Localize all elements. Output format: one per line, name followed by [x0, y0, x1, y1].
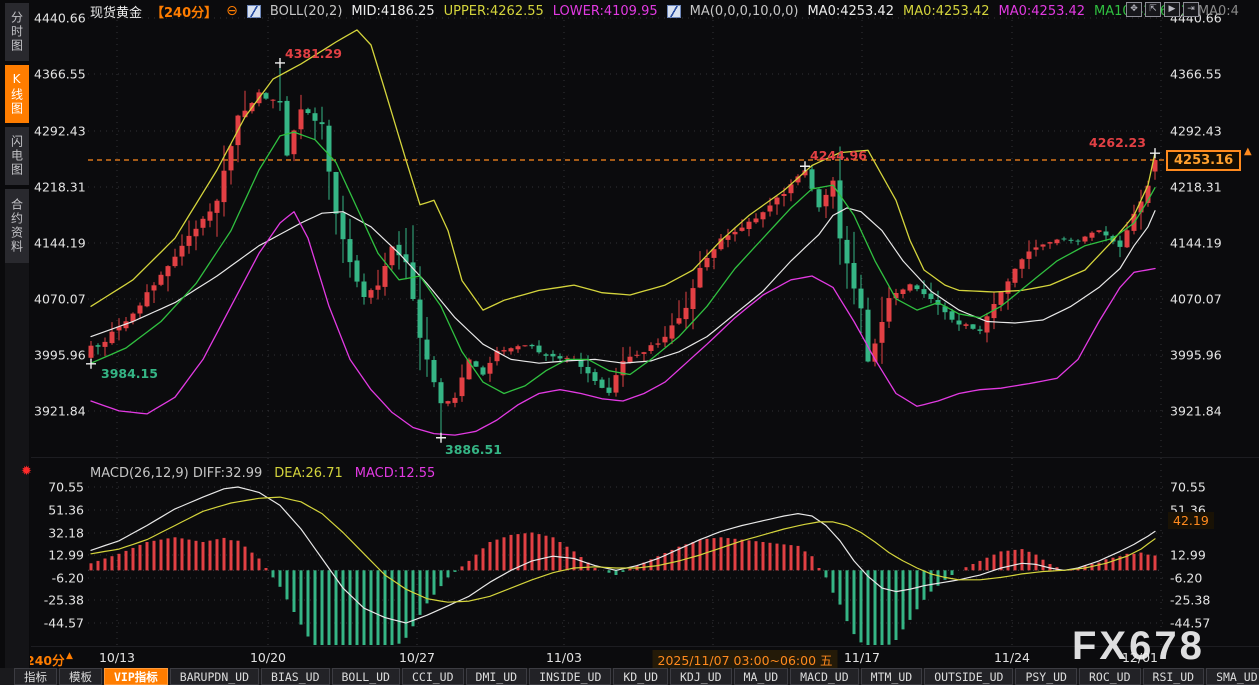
move-icon[interactable]: ✥	[1126, 2, 1142, 17]
export-icon[interactable]: ⇥	[1183, 2, 1199, 17]
date-tick-0: 10/13	[99, 650, 135, 665]
bottom-tab-ma_ud[interactable]: MA_UD	[734, 668, 789, 685]
bottom-tab-sma_ud[interactable]: SMA_UD	[1206, 668, 1259, 685]
collapse-icon[interactable]: ⊖	[226, 3, 238, 19]
date-tick-5: 11/17	[844, 650, 880, 665]
extreme-label-1: 4381.29	[285, 46, 342, 61]
bottom-tab-macd_ud[interactable]: MACD_UD	[790, 668, 858, 685]
boll-mid-value: MID:4186.25	[351, 4, 434, 19]
bottom-tab-roc_ud[interactable]: ROC_UD	[1079, 668, 1141, 685]
bottom-tab-dmi_ud[interactable]: DMI_UD	[466, 668, 528, 685]
ma0-yellow-value: MA0:4253.42	[903, 4, 990, 19]
hot-indicator-icon: ✹	[21, 464, 32, 479]
watermark: FX678	[1072, 624, 1205, 669]
bottom-tab-vip[interactable]: VIP指标	[104, 668, 168, 685]
ma0-magenta-value: MA0:4253.42	[999, 4, 1086, 19]
boll-upper-value: UPPER:4262.55	[444, 4, 544, 19]
date-tick-2: 10/27	[399, 650, 435, 665]
date-tick-highlight: 2025/11/07 03:00~06:00 五	[652, 650, 837, 669]
sidebar-tab-1[interactable]: K线图	[5, 65, 29, 123]
bottom-tab-kdj_ud[interactable]: KDJ_UD	[670, 668, 732, 685]
price-up-arrow-icon: ▲	[1244, 146, 1252, 157]
extreme-label-4: 4262.23	[1089, 135, 1146, 150]
date-tick-1: 10/20	[250, 650, 286, 665]
macd-title: MACD(26,12,9) DIFF:32.99	[90, 466, 262, 481]
boll-indicator-icon[interactable]	[247, 5, 261, 18]
date-axis: 240分 ▲ 10/13 10/20 10/27 11/03 2025/11/07 03…	[0, 648, 1259, 668]
period-label[interactable]: 240分	[26, 650, 65, 669]
ma0-gray-value: MA0:4	[1198, 4, 1239, 19]
extreme-label-0: 3984.15	[101, 366, 158, 381]
extreme-label-2: 3886.51	[445, 442, 502, 457]
extreme-label-3: 4244.96	[810, 148, 867, 163]
sidebar-tab-2[interactable]: 闪电图	[5, 127, 29, 185]
macd-header: MACD(26,12,9) DIFF:32.99 DEA:26.71 MACD:…	[90, 466, 435, 481]
period-badge: 【240分】	[151, 2, 217, 21]
bottom-tab-barupdn_ud[interactable]: BARUPDN_UD	[170, 668, 259, 685]
symbol-name: 现货黄金	[90, 2, 142, 21]
bottom-tab-boll_ud[interactable]: BOLL_UD	[332, 668, 400, 685]
ma-indicator-icon[interactable]	[667, 5, 681, 18]
ma-label: MA(0,0,0,10,0,0)	[690, 4, 799, 19]
macd-axis-badge: 42.19	[1168, 512, 1214, 529]
indicator-tab-strip: 指标模板VIP指标BARUPDN_UDBIAS_UDBOLL_UDCCI_UDD…	[0, 668, 1259, 685]
bottom-tab-mtm_ud[interactable]: MTM_UD	[861, 668, 923, 685]
macd-value: MACD:12.55	[355, 466, 436, 481]
macd-dea-value: DEA:26.71	[274, 466, 343, 481]
bottom-tab-psy_ud[interactable]: PSY_UD	[1015, 668, 1077, 685]
axis-fit-icon[interactable]: ⇱	[1145, 2, 1161, 17]
date-tick-6: 11/24	[994, 650, 1030, 665]
bottom-tab-cci_ud[interactable]: CCI_UD	[402, 668, 464, 685]
bottom-tab-kd_ud[interactable]: KD_UD	[613, 668, 668, 685]
bottom-tab-outside_ud[interactable]: OUTSIDE_UD	[924, 668, 1013, 685]
sidebar: 分时图 K线图闪电图合约资料	[0, 0, 30, 668]
bottom-tab-[interactable]: 指标	[14, 668, 57, 685]
pane-next-icon[interactable]: ▶	[1164, 2, 1180, 17]
indicator-header: 现货黄金 【240分】 ⊖ BOLL(20,2) MID:4186.25 UPP…	[90, 3, 1239, 19]
bottom-tab-bias_ud[interactable]: BIAS_UD	[261, 668, 329, 685]
bottom-tab-inside_ud[interactable]: INSIDE_UD	[529, 668, 611, 685]
ma0-white-value: MA0:4253.42	[807, 4, 894, 19]
boll-lower-value: LOWER:4109.95	[553, 4, 658, 19]
bottom-tab-[interactable]: 模板	[59, 668, 102, 685]
sidebar-tab-3[interactable]: 合约资料	[5, 189, 29, 263]
bottom-tab-rsi_ud[interactable]: RSI_UD	[1143, 668, 1205, 685]
date-tick-3: 11/03	[546, 650, 582, 665]
app-window: 分时图 K线图闪电图合约资料 现货黄金 【240分】 ⊖ BOLL(20,2) M…	[0, 0, 1259, 685]
chart-toolbar: ✥⇱▶⇥	[1126, 2, 1199, 17]
sidebar-tab-0[interactable]: 分时图	[5, 3, 29, 61]
last-price-badge: 4253.16	[1166, 150, 1241, 171]
period-up-arrow-icon[interactable]: ▲	[66, 651, 73, 661]
chart-canvas[interactable]	[0, 0, 1259, 685]
boll-label: BOLL(20,2)	[270, 4, 343, 19]
